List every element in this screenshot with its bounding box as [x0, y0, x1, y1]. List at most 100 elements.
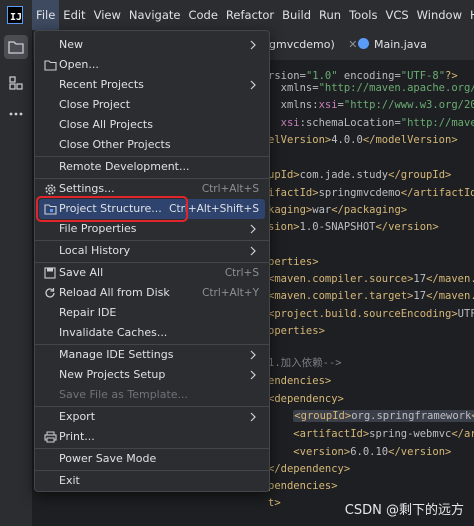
close-icon[interactable]: ✕: [348, 38, 357, 51]
menu-item-shortcut: Ctrl+Alt+Y: [202, 287, 259, 299]
menu-item-label: Export: [59, 410, 96, 423]
menu-item-label: Close Other Projects: [59, 138, 171, 151]
code-line: elVersion>4.0.0</modelVersion>: [268, 134, 458, 146]
menu-item-label: Close Project: [59, 98, 131, 111]
code-line: pendencies>: [268, 480, 338, 492]
menu-item-repair-ide[interactable]: Repair IDE: [39, 303, 265, 323]
menu-item-label: Manage IDE Settings: [59, 348, 174, 361]
menu-build[interactable]: Build: [278, 0, 315, 30]
more-tools-icon[interactable]: [4, 102, 28, 126]
menu-item-close-all-projects[interactable]: Close All Projects: [39, 115, 265, 135]
menu-item-label: Repair IDE: [59, 306, 117, 319]
code-line: </dependency>: [268, 463, 351, 475]
menu-item-label: Remote Development...: [59, 160, 190, 173]
menu-bar: IJ File Edit View Navigate Code Refactor Build…: [0, 0, 474, 30]
menu-item-label: Save File as Template...: [59, 388, 189, 401]
menu-item-label: File Properties: [59, 222, 137, 235]
menu-item-remote-development[interactable]: Remote Development...: [39, 157, 265, 177]
code-line: <dependency>: [268, 393, 344, 405]
menubar-items: File Edit View Navigate Code Refactor Build Run…: [32, 0, 474, 30]
menu-item-label: Power Save Mode: [59, 452, 157, 465]
menu-item-invalidate-caches[interactable]: Invalidate Caches...: [39, 323, 265, 343]
chevron-right-icon: [249, 370, 257, 380]
menu-window[interactable]: Window: [413, 0, 466, 30]
project-tool-folder-icon[interactable]: [4, 35, 28, 59]
structure-tool-icon[interactable]: [4, 71, 28, 95]
menu-item-local-history[interactable]: Local History: [39, 241, 265, 261]
folder-icon: [43, 58, 57, 72]
menu-edit[interactable]: Edit: [59, 0, 89, 30]
menu-item-save-all[interactable]: Save All Ctrl+S: [39, 263, 265, 283]
menu-view[interactable]: View: [90, 0, 125, 30]
code-line: <artifactId>spring-webmvc</ar: [293, 428, 474, 440]
chevron-right-icon: [249, 224, 257, 234]
menu-item-label: Print...: [59, 430, 95, 443]
menu-item-open[interactable]: Open...: [39, 55, 265, 75]
chevron-right-icon: [249, 40, 257, 50]
reload-icon: [43, 286, 57, 300]
tab-label: gmvcdemo): [269, 38, 335, 51]
code-line: ifactId>springmvcdemo</artifactId>: [268, 187, 474, 199]
file-menu-dropdown: New Open... Recent Projects Close Project Cl…: [34, 30, 270, 492]
chevron-right-icon: [249, 80, 257, 90]
menu-item-label: Close All Projects: [59, 118, 153, 131]
menu-help[interactable]: Help: [466, 0, 474, 30]
code-line: <groupId>org.springframework</: [268, 407, 474, 425]
code-line: xsi:schemaLocation="http://maven: [280, 117, 474, 129]
tab-main-java[interactable]: Main.java: [358, 30, 427, 60]
code-line: sion>1.0-SNAPSHOT</version>: [268, 221, 439, 233]
tab-label: Main.java: [374, 38, 427, 51]
code-line: xmlns:xsi="http://www.w3.org/2001: [268, 99, 474, 111]
menu-item-manage-ide-settings[interactable]: Manage IDE Settings: [39, 345, 265, 365]
menu-item-new[interactable]: New: [39, 35, 265, 55]
code-line: <project.build.sourceEncoding>UTF-: [268, 308, 474, 320]
menu-item-label: Reload All from Disk: [59, 286, 170, 299]
print-icon: [43, 430, 57, 444]
menu-refactor[interactable]: Refactor: [222, 0, 278, 30]
menu-item-label: Invalidate Caches...: [59, 326, 168, 339]
code-line: xmlns="http://maven.apache.org/P: [268, 82, 474, 94]
menu-item-save-file-as-template: Save File as Template...: [39, 385, 265, 405]
annotation-highlight-box: [36, 196, 188, 222]
code-line: endencies>: [268, 375, 332, 387]
menu-vcs[interactable]: VCS: [381, 0, 412, 30]
menu-item-shortcut: Ctrl+S: [224, 267, 259, 279]
menu-run[interactable]: Run: [315, 0, 345, 30]
code-line: perties>: [268, 256, 319, 268]
menu-item-label: Save All: [59, 266, 104, 279]
menu-code[interactable]: Code: [184, 0, 221, 30]
menu-item-recent-projects[interactable]: Recent Projects: [39, 75, 265, 95]
menu-item-print[interactable]: Print...: [39, 427, 265, 447]
menu-navigate[interactable]: Navigate: [125, 0, 185, 30]
menu-item-export[interactable]: Export: [39, 407, 265, 427]
code-line: <maven.compiler.target>17</maven.: [268, 290, 474, 302]
save-icon: [43, 266, 57, 280]
code-line: <version>6.0.10</version>: [293, 446, 452, 458]
menu-item-label: New Projects Setup: [59, 368, 166, 381]
chevron-right-icon: [249, 350, 257, 360]
code-line: t>: [268, 497, 281, 509]
tool-window-strip: [0, 30, 33, 526]
chevron-right-icon: [249, 412, 257, 422]
tab-pom[interactable]: gmvcdemo) ✕: [269, 30, 357, 60]
code-line: 1.加入依赖-->: [268, 357, 342, 369]
menu-tools[interactable]: Tools: [345, 0, 381, 30]
java-class-icon: [358, 38, 369, 49]
intellij-logo-icon[interactable]: IJ: [7, 6, 24, 24]
menu-item-power-save-mode[interactable]: Power Save Mode: [39, 449, 265, 469]
menu-item-file-properties[interactable]: File Properties: [39, 219, 265, 239]
code-line: operties>: [268, 325, 325, 337]
menu-file[interactable]: File: [32, 0, 60, 30]
menu-item-label: Local History: [59, 244, 131, 257]
chevron-right-icon: [249, 246, 257, 256]
menu-item-exit[interactable]: Exit: [39, 471, 265, 491]
menu-item-shortcut: Ctrl+Alt+S: [201, 183, 259, 195]
menu-item-new-projects-setup[interactable]: New Projects Setup: [39, 365, 265, 385]
menu-item-reload-all-from-disk[interactable]: Reload All from Disk Ctrl+Alt+Y: [39, 283, 265, 303]
menu-item-label: Open...: [59, 58, 99, 71]
watermark: CSDN @剩下的远方: [344, 503, 464, 518]
gear-icon: [43, 182, 57, 196]
menu-item-close-project[interactable]: Close Project: [39, 95, 265, 115]
menu-item-close-other-projects[interactable]: Close Other Projects: [39, 135, 265, 155]
code-line: <maven.compiler.source>17</maven.: [268, 273, 474, 285]
